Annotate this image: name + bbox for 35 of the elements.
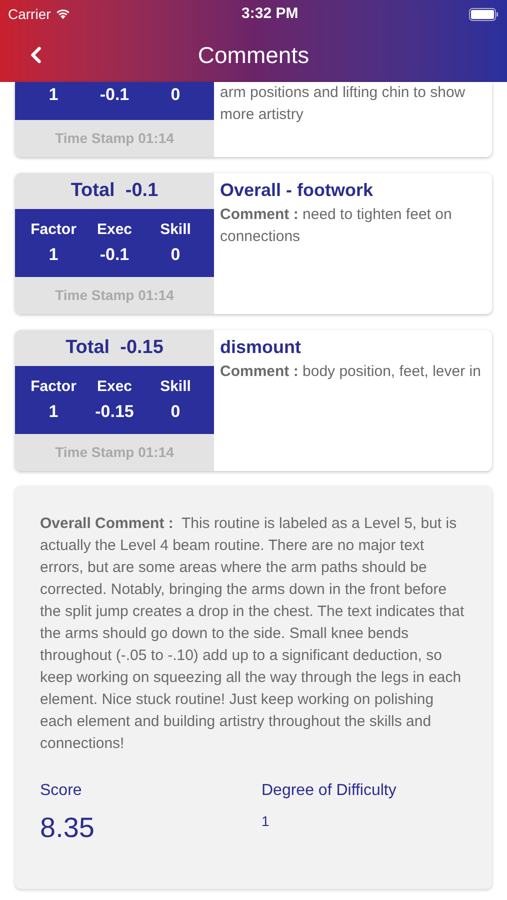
skill-value: 0 [170,400,182,422]
score-label: Score [40,781,83,801]
overall-comment: Overall Comment : This routine is labeled as a Level 5, but is actually the Level 4 beam routine. There are no major text errors, but are some areas where the arm paths should be corrected. Notably, bringing the arms down in the front before the split jump creates a drop in the chest. The text indicates that the arms should go down to the side. Small knee bends throughout (-.05 to -.10) add up to a significant deduction, so keep working on squeezing all the way through the legs in each element. Nice stuck routine! Just keep working on polishing each element and building artistry throughout the skills and connections! [40,514,466,754]
comment-text: arm positions and lifting chin to show more artistry [220,83,466,125]
factor-value: 1 [48,400,60,422]
exec-label: Exec [96,220,134,240]
factor-value: 1 [48,84,60,106]
skill-label: Skill [159,377,192,397]
score-value: 8.35 [40,811,96,845]
wifi-icon [54,8,71,20]
difficulty-value: 1 [262,812,270,831]
exec-value: -0.15 [94,400,135,422]
comment-text: Comment : body position, feet, lever in [220,362,482,382]
total-score: Total -0.1 [70,178,158,203]
status-time: 3:32 PM [242,4,298,24]
battery-icon [468,8,499,20]
total-score: Total -0.15 [66,336,164,360]
difficulty-label: Degree of Difficulty [262,781,398,801]
skill-value: 0 [170,244,182,266]
exec-label: Exec [96,377,134,397]
comment-title: Overall - footwork [220,179,374,202]
time-stamp-label: Time Stamp 01:14 [55,129,174,148]
factor-value: 1 [48,244,60,266]
comment-text: Comment : need to tighten feet on connections [220,204,453,246]
time-stamp-label: Time Stamp 01:14 [55,286,174,305]
exec-value: -0.1 [98,244,130,266]
comment-title: dismount [220,336,302,358]
skill-label: Skill [159,220,192,240]
factor-label: Factor [30,220,78,240]
nav-title: Comments [198,40,310,70]
exec-value: -0.1 [98,84,130,106]
time-stamp-label: Time Stamp 01:14 [55,443,174,462]
skill-value: 0 [170,84,182,106]
factor-label: Factor [30,377,78,397]
carrier-label: Carrier [8,4,51,24]
